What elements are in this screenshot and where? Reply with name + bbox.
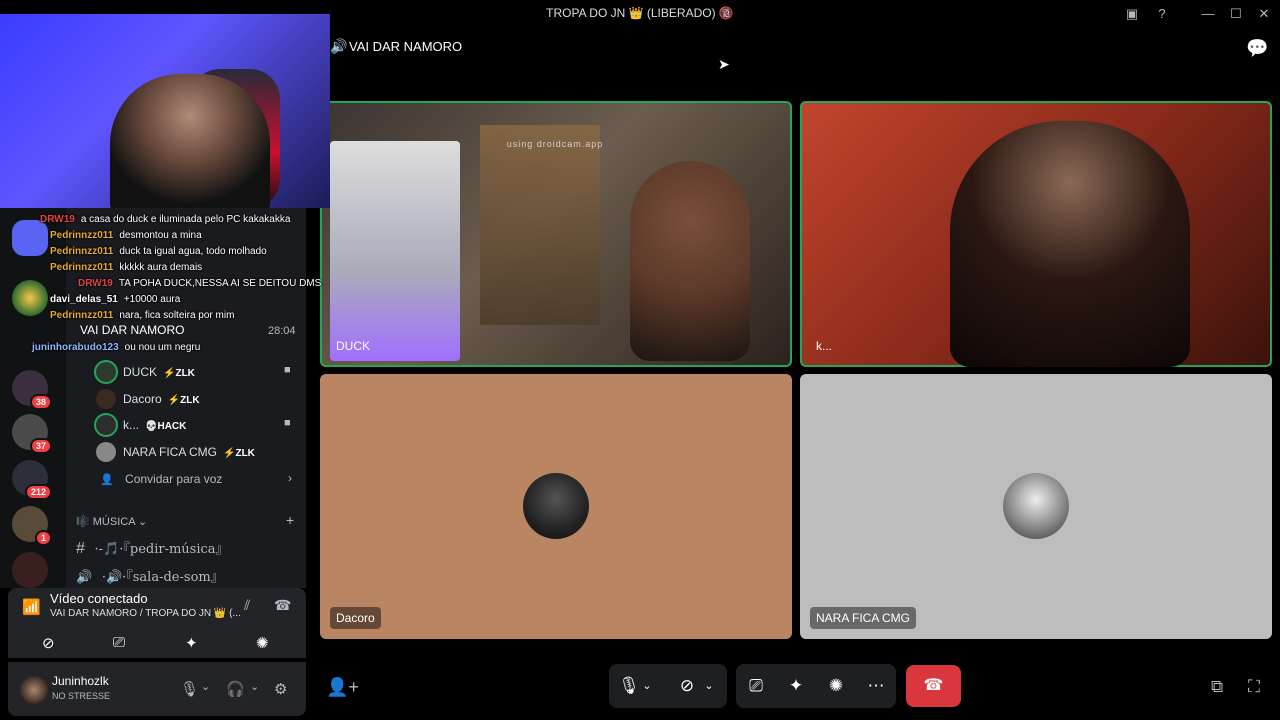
invite-to-voice[interactable]: 👤 Convidar para voz xyxy=(100,472,222,486)
chevron-down-icon[interactable]: ⌄ xyxy=(250,680,259,693)
chevron-down-icon[interactable]: ⌄ xyxy=(697,664,721,708)
tile-name-k: k... xyxy=(816,339,833,353)
headphones-icon[interactable]: 🎧 xyxy=(226,680,245,698)
music-icon: 🎼 xyxy=(76,516,90,528)
mouse-cursor-icon: ➤ xyxy=(718,56,730,72)
chat-message: DRW19 a casa do duck e iluminada pelo PC … xyxy=(40,214,291,225)
server-icon[interactable] xyxy=(12,552,48,588)
noise-suppression-icon[interactable]: ⫽ xyxy=(244,597,250,614)
activities-icon[interactable]: ✦ xyxy=(776,664,816,708)
tile-name-nara: NARA FICA CMG xyxy=(810,607,917,629)
wardrobe xyxy=(480,125,600,325)
user-panel: Juninhozlk NO STRESSE 🎙 ⌄ 🎧 ⌄ ⚙ xyxy=(8,662,306,716)
avatar[interactable] xyxy=(20,676,48,704)
pc-case xyxy=(330,141,460,361)
video-tile-duck[interactable]: using droidcam.app DUCK xyxy=(320,101,792,367)
channel-sala-de-som[interactable]: 🔊 ·🔊·『sala-de-som』 xyxy=(76,566,224,585)
mic-camera-group: 🎙 ⌄ ⊘ ⌄ xyxy=(609,664,727,708)
username: Juninhozlk xyxy=(52,674,109,688)
video-tile-dacoro[interactable]: Dacoro xyxy=(320,374,792,639)
chevron-down-icon[interactable]: ⌄ xyxy=(637,664,657,708)
help-icon[interactable]: ? xyxy=(1152,4,1172,24)
chat-bubble-icon[interactable]: 💬 xyxy=(1246,38,1268,59)
minimize-icon[interactable]: — xyxy=(1198,4,1218,24)
video-icon: ■ xyxy=(284,364,291,376)
more-icon[interactable]: ⋯ xyxy=(856,664,896,708)
speaker-icon: 🔊 xyxy=(76,569,93,584)
chat-overlay: DRW19 a casa do duck e iluminada pelo PC … xyxy=(0,212,330,357)
close-icon[interactable]: ✕ xyxy=(1254,4,1274,24)
gear-icon[interactable]: ⚙ xyxy=(274,680,287,698)
fullscreen-icon[interactable]: ⛶ xyxy=(1248,677,1260,697)
person-k xyxy=(950,121,1190,367)
camera-off-icon[interactable]: ⊘ xyxy=(42,634,55,652)
hangup-button[interactable]: ☎ xyxy=(906,665,961,707)
chat-message: Pedrinnzz011 desmontou a mina xyxy=(50,230,202,241)
chat-message: juninhorabudo123 ou nou um negru xyxy=(32,342,201,353)
video-icon: ■ xyxy=(284,417,291,429)
chat-message: Pedrinnzz011 duck ta igual agua, todo mol… xyxy=(50,246,267,257)
activity-group: ⎚ ✦ ✺ ⋯ xyxy=(736,664,896,708)
add-user-icon: 👤 xyxy=(100,474,114,486)
streamer-webcam xyxy=(0,14,330,208)
avatar xyxy=(96,442,116,462)
category-musica[interactable]: 🎼 MÚSICA ⌄ xyxy=(76,515,147,528)
voice-status: Vídeo conectado xyxy=(50,591,148,606)
channel-pedir-musica[interactable]: # ·-🎵·『pedir-música』 xyxy=(76,538,229,558)
add-channel-icon[interactable]: + xyxy=(286,512,294,528)
tile-name-dacoro: Dacoro xyxy=(330,607,381,629)
avatar-dacoro xyxy=(523,473,589,539)
add-person-icon[interactable]: 👤+ xyxy=(326,677,359,698)
hash-icon: # xyxy=(76,540,85,557)
chat-message: DRW19 TA POHA DUCK,NESSA AI SE DEITOU DMS xyxy=(78,278,322,289)
signal-icon: 📶 xyxy=(22,599,41,616)
server-icon[interactable]: 37 xyxy=(12,414,52,454)
video-tile-nara[interactable]: NARA FICA CMG xyxy=(800,374,1272,639)
server-icon[interactable]: 38 xyxy=(12,370,52,410)
inbox-icon[interactable]: ▣ xyxy=(1122,4,1142,24)
server-icon[interactable]: 212 xyxy=(12,460,52,500)
screen-share-icon[interactable]: ⎚ xyxy=(113,634,125,651)
channel-name: VAI DAR NAMORO xyxy=(349,39,463,54)
avatar xyxy=(96,389,116,409)
droidcam-watermark: using droidcam.app xyxy=(506,139,604,149)
server-icon[interactable]: 1 xyxy=(12,506,52,546)
video-tile-k[interactable]: k... xyxy=(800,101,1272,367)
streamer-person xyxy=(110,74,270,208)
avatar-nara xyxy=(1003,473,1069,539)
maximize-icon[interactable]: ☐ xyxy=(1226,4,1246,24)
user-status: NO STRESSE xyxy=(52,691,111,701)
activities-icon[interactable]: ✦ xyxy=(185,634,198,652)
voice-location[interactable]: VAI DAR NAMORO / TROPA DO JN 👑 (... xyxy=(50,608,241,619)
chat-message: Pedrinnzz011 kkkkk aura demais xyxy=(50,262,203,273)
chat-message: davi_delas_51 +10000 aura xyxy=(50,294,181,305)
disconnect-icon[interactable]: ☎ xyxy=(274,597,291,614)
avatar xyxy=(96,415,116,435)
voice-connection-panel: 📶 Vídeo conectado VAI DAR NAMORO / TROPA… xyxy=(8,588,306,658)
soundboard-icon[interactable]: ✺ xyxy=(256,634,269,652)
chevron-down-icon[interactable]: ⌄ xyxy=(201,680,210,693)
chat-message: Pedrinnzz011 nara, fica solteira por mim xyxy=(50,310,235,321)
chevron-right-icon: › xyxy=(288,471,292,485)
popout-icon[interactable]: ⧉ xyxy=(1211,677,1223,697)
soundboard-icon[interactable]: ✺ xyxy=(816,664,856,708)
microphone-icon[interactable]: 🎙 xyxy=(180,680,199,698)
channel-header: 🔊 VAI DAR NAMORO xyxy=(330,36,1270,60)
avatar xyxy=(96,362,116,382)
screen-share-icon[interactable]: ⎚ xyxy=(736,664,776,708)
tile-name-duck: DUCK xyxy=(336,339,371,353)
person-duck xyxy=(630,161,750,361)
speaker-icon: 🔊 xyxy=(330,38,348,54)
